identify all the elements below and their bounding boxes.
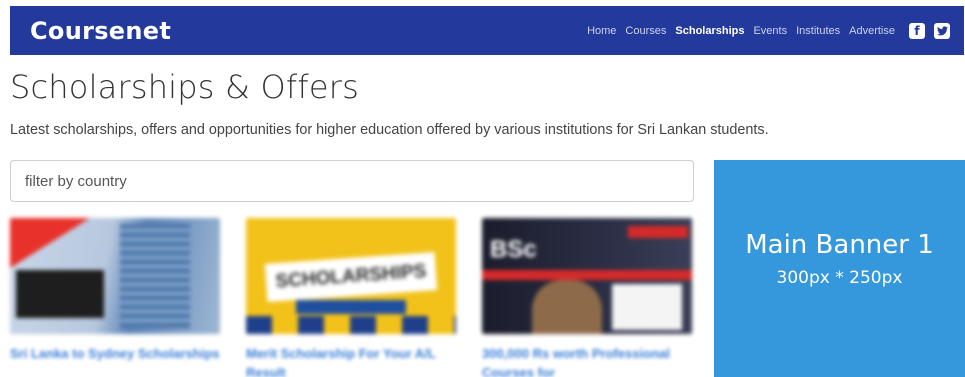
card-image-dark-box <box>16 270 104 318</box>
card-image-bsc-text: BSc <box>490 236 537 263</box>
nav-link-scholarships[interactable]: Scholarships <box>675 25 744 37</box>
card-image-building <box>120 224 190 328</box>
country-filter-input[interactable] <box>10 160 694 202</box>
page-title: Scholarships & Offers <box>10 68 359 106</box>
card-image-pattern <box>246 316 456 334</box>
card-image[interactable]: BSc <box>482 218 692 334</box>
card-image-logo-box <box>612 284 682 330</box>
card-image[interactable]: SCHOLARSHIPS <box>246 218 456 334</box>
site-logo[interactable]: Coursenet <box>30 17 171 45</box>
card-image[interactable] <box>10 218 220 334</box>
nav-link-institutes[interactable]: Institutes <box>796 25 840 37</box>
card-image-banner-text: SCHOLARSHIPS <box>264 252 438 302</box>
ad-banner-size: 300px * 250px <box>776 268 903 288</box>
nav-link-events[interactable]: Events <box>753 25 787 37</box>
main-ad-banner[interactable]: Main Banner 1 300px * 250px <box>714 160 965 377</box>
nav-link-advertise[interactable]: Advertise <box>849 25 895 37</box>
card-image-red-corner <box>10 218 90 268</box>
facebook-icon[interactable]: f <box>909 22 925 39</box>
scholarship-card[interactable]: SCHOLARSHIPS Merit Scholarship For Your … <box>246 218 456 377</box>
card-title-link[interactable]: Sri Lanka to Sydney Scholarships <box>10 344 220 363</box>
card-image-graduate <box>532 280 602 334</box>
ad-banner-title: Main Banner 1 <box>745 230 934 260</box>
twitter-bird-glyph <box>936 25 948 35</box>
top-navbar: Coursenet Home Courses Scholarships Even… <box>10 6 964 55</box>
card-image-red-tag <box>628 226 688 238</box>
card-image-blue-strip <box>296 300 406 314</box>
scholarship-card[interactable]: Sri Lanka to Sydney Scholarships <box>10 218 220 363</box>
nav-link-courses[interactable]: Courses <box>625 25 666 37</box>
twitter-icon[interactable] <box>934 22 950 39</box>
scholarship-card[interactable]: BSc 300,000 Rs worth Professional Course… <box>482 218 692 377</box>
card-image-red-stripe <box>482 270 692 280</box>
main-nav: Home Courses Scholarships Events Institu… <box>578 22 950 39</box>
nav-link-home[interactable]: Home <box>587 25 616 37</box>
card-title-link[interactable]: Merit Scholarship For Your A/L Result <box>246 344 456 377</box>
page-description: Latest scholarships, offers and opportun… <box>10 122 769 138</box>
card-title-link[interactable]: 300,000 Rs worth Professional Courses fo… <box>482 344 692 377</box>
